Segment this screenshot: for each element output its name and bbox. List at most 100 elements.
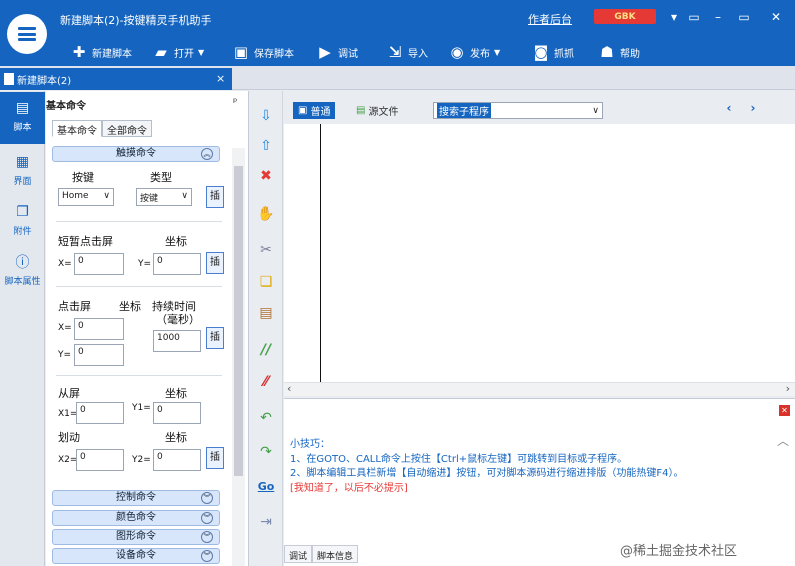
x-label: X= — [58, 323, 72, 333]
indent-icon[interactable]: ⇥ — [256, 512, 276, 532]
press-x-input[interactable]: 0 — [74, 318, 124, 340]
swipe-y2-input[interactable]: 0 — [153, 449, 201, 471]
chevron-down-icon: ∨ — [181, 191, 188, 201]
chevron-down-icon: ∨ — [592, 105, 599, 116]
tab-basic-commands[interactable]: 基本命令 — [52, 120, 102, 137]
move-up-icon[interactable]: ⇧ — [256, 136, 276, 156]
scroll-right-icon[interactable]: › — [786, 382, 790, 395]
debug-button[interactable]: ▶ 调试 — [316, 42, 358, 62]
close-tips-icon[interactable]: ✕ — [779, 405, 790, 416]
tab-script-info[interactable]: 脚本信息 — [312, 545, 359, 563]
goto-icon[interactable]: Go — [256, 476, 276, 496]
delete-icon[interactable]: ✖ — [256, 166, 276, 186]
divider — [56, 221, 222, 222]
dropdown-icon[interactable]: ▾ — [663, 6, 685, 28]
divider — [56, 286, 222, 287]
undo-icon[interactable]: ↶ — [256, 408, 276, 428]
comment-icon[interactable]: // — [256, 340, 276, 360]
insert-swipe-button[interactable]: 插 — [206, 447, 224, 469]
swipe-x2-input[interactable]: 0 — [76, 449, 124, 471]
insert-press-button[interactable]: 插 — [206, 327, 224, 349]
watermark: @稀土掘金技术社区 — [620, 544, 738, 559]
move-down-icon[interactable]: ⇩ — [256, 106, 276, 126]
minimize-button[interactable]: – — [707, 6, 729, 28]
from-label: 从屏 — [58, 387, 80, 400]
x-label: X= — [58, 259, 72, 269]
uncomment-icon[interactable]: ⁄⁄ — [256, 372, 276, 392]
subroutine-search-select[interactable]: 搜索子程序 ∨ — [433, 102, 603, 119]
tips-title: 小技巧： — [290, 439, 330, 450]
paste-icon[interactable]: ▤ — [256, 303, 276, 323]
tab-all-commands[interactable]: 全部命令 — [102, 120, 152, 137]
expand-icon: ︾ — [201, 531, 213, 543]
swipe-x1-input[interactable]: 0 — [76, 402, 124, 424]
publish-button[interactable]: ◉ 发布 ▼ — [448, 42, 500, 62]
play-icon: ▶ — [319, 43, 331, 61]
section-color-commands[interactable]: 颜色命令 ︾ — [52, 510, 220, 526]
window-title: 新建脚本(2)-按键精灵手机助手 — [60, 14, 212, 27]
open-button[interactable]: ▰ 打开 ▼ — [152, 42, 204, 62]
close-button[interactable]: ✕ — [765, 6, 787, 28]
android-icon: ☗ — [600, 43, 614, 61]
tap-x-input[interactable]: 0 — [74, 253, 124, 275]
help-button[interactable]: ☗ 帮助 — [598, 42, 640, 62]
nav-item-attachment[interactable]: ❐ 附件 — [0, 196, 45, 244]
panel-scrollbar[interactable] — [232, 148, 245, 566]
document-tab[interactable]: 新建脚本(2) — [0, 68, 232, 90]
new-script-button[interactable]: ✚ 新建脚本 — [70, 42, 132, 62]
tap-y-input[interactable]: 0 — [153, 253, 201, 275]
save-script-button[interactable]: ▣ 保存脚本 — [232, 42, 294, 62]
prev-button[interactable]: ‹ — [721, 101, 737, 119]
swipe-y1-input[interactable]: 0 — [153, 402, 201, 424]
insert-key-button[interactable]: 插 — [206, 186, 224, 208]
script-icon: ▤ — [15, 100, 30, 116]
press-y-input[interactable]: 0 — [74, 344, 124, 366]
import-icon: ⇲ — [388, 43, 402, 61]
copy-icon[interactable]: ❏ — [256, 272, 276, 292]
author-backend-link[interactable]: 作者后台 — [528, 11, 572, 27]
nav-item-script[interactable]: ▤ 脚本 — [0, 92, 45, 144]
tab-normal-view[interactable]: ▣ 普通 — [293, 102, 336, 119]
expand-icon: ︾ — [201, 512, 213, 524]
ui-icon: ▦ — [15, 154, 30, 170]
tip-line-1: 1、在GOTO、CALL命令上按住【Ctrl+鼠标左键】可跳转到目标或子程序。 — [290, 454, 628, 465]
restore-icon[interactable]: ▭ — [683, 6, 705, 28]
encoding-badge[interactable]: GBK — [594, 9, 656, 24]
scroll-left-icon[interactable]: ‹ — [287, 382, 291, 395]
app-menu-icon[interactable] — [7, 14, 47, 54]
section-graphics-commands[interactable]: 图形命令 ︾ — [52, 529, 220, 545]
y-label: Y= — [138, 259, 152, 269]
cut-icon[interactable]: ✂ — [256, 240, 276, 260]
type-select[interactable]: 按键 ∨ — [136, 188, 192, 206]
camera-icon: ◙ — [533, 43, 549, 61]
dismiss-tips-link[interactable]: [我知道了，以后不必提示] — [290, 479, 408, 494]
section-touch-commands[interactable]: 触摸命令 ︽ — [52, 146, 220, 162]
pin-icon[interactable]: ᵖ — [233, 97, 237, 108]
hand-icon[interactable]: ✋ — [256, 204, 276, 224]
coord-label: 坐标 — [165, 235, 187, 248]
maximize-button[interactable]: ▭ — [733, 6, 755, 28]
insert-tap-button[interactable]: 插 — [206, 252, 224, 274]
close-tab-icon[interactable]: × — [216, 72, 225, 85]
collapse-icon: ︽ — [201, 148, 213, 160]
scroll-up-icon[interactable]: ︿ — [777, 432, 789, 449]
tab-source-view[interactable]: ▤ 源文件 — [352, 102, 402, 119]
bottom-tabs: 调试 脚本信息 — [284, 545, 359, 563]
next-button[interactable]: › — [745, 101, 761, 119]
chevron-down-icon: ▼ — [494, 47, 501, 57]
capture-button[interactable]: ◙ 抓抓 — [532, 42, 574, 62]
redo-icon[interactable]: ↷ — [256, 442, 276, 462]
panel-title: 基本命令 — [46, 101, 86, 112]
code-editor[interactable] — [284, 124, 795, 382]
import-button[interactable]: ⇲ 导入 — [386, 42, 428, 62]
duration-unit-label: （毫秒） — [156, 313, 200, 326]
nav-item-script-properties[interactable]: ⓘ 脚本属性 — [0, 246, 45, 294]
duration-input[interactable]: 1000 — [153, 330, 201, 352]
key-select[interactable]: Home ∨ — [58, 188, 114, 206]
section-control-commands[interactable]: 控制命令 ︾ — [52, 490, 220, 506]
tab-debug[interactable]: 调试 — [284, 545, 313, 563]
press-label: 点击屏 — [58, 300, 91, 313]
section-device-commands[interactable]: 设备命令 ︾ — [52, 548, 220, 564]
nav-item-ui[interactable]: ▦ 界面 — [0, 146, 45, 194]
horizontal-scrollbar[interactable]: ‹ › — [284, 382, 795, 396]
